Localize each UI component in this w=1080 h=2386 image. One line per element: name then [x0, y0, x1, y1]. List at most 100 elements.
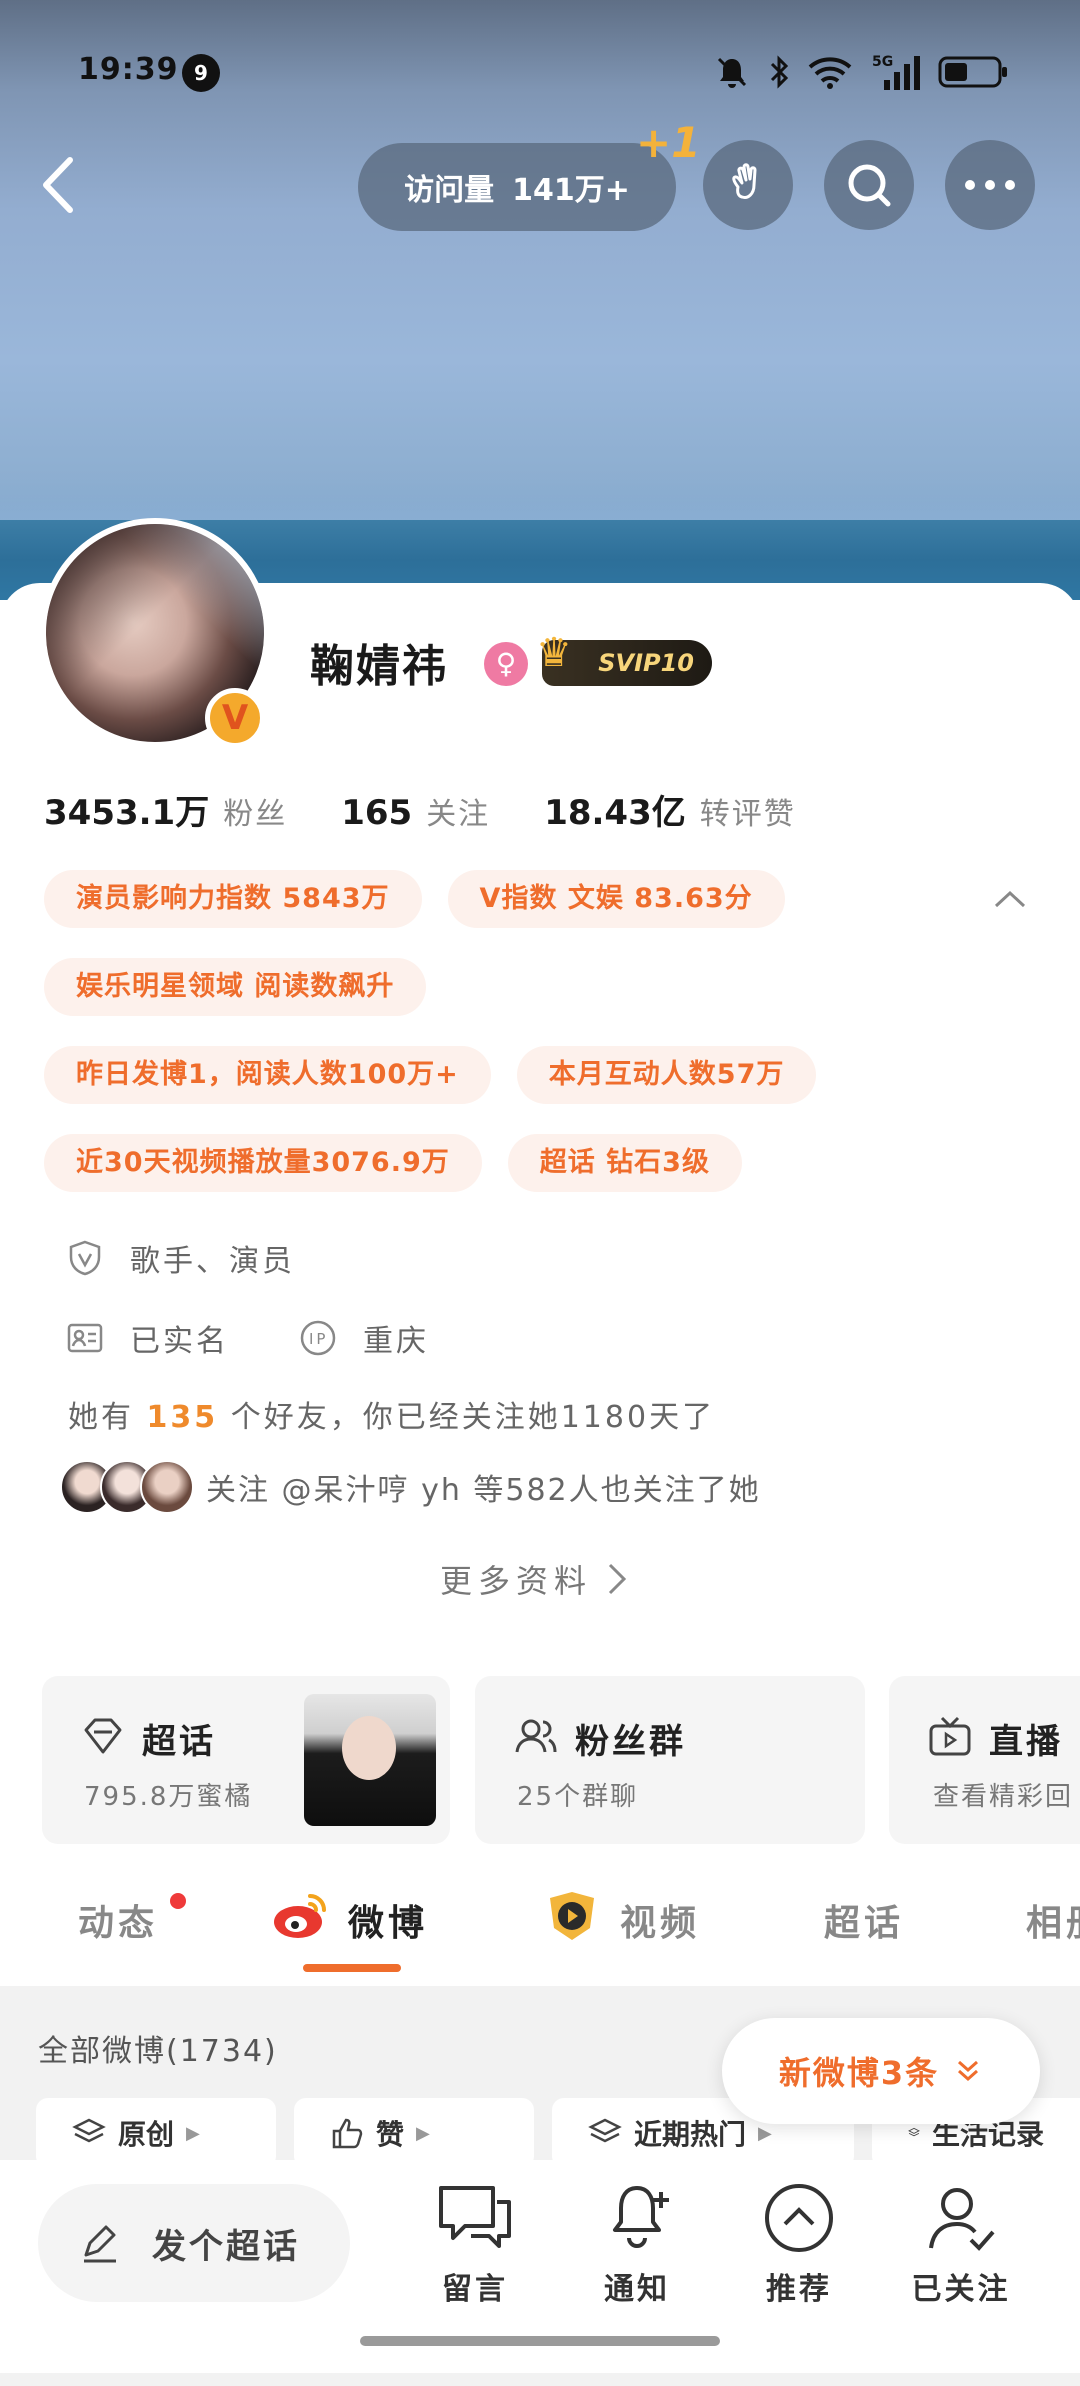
collapse-tags-button[interactable] [990, 880, 1030, 920]
super-topic-thumbnail [304, 1694, 436, 1826]
double-chevron-down-icon [958, 2060, 979, 2082]
more-info-label: 更多资料 [440, 1562, 593, 1600]
fan-group-title: 粉丝群 [575, 1722, 686, 1762]
super-topic-sub: 795.8万蜜橘 [84, 1782, 253, 1812]
tag-super-topic-level[interactable]: 超话 钻石3级 [507, 1134, 742, 1192]
more-icon [965, 180, 1015, 190]
live-title: 直播 [989, 1722, 1063, 1762]
visit-count-pill[interactable]: 访问量 141万+ [358, 143, 676, 231]
mutual-followers-text: 关注 @呆汁哼 yh 等582人也关注了她 [206, 1473, 761, 1508]
signal-icon: 5G [872, 54, 920, 90]
filter-hot-label: 近期热门 [634, 2118, 747, 2151]
search-button[interactable] [824, 140, 914, 230]
super-topic-card[interactable]: 超话 795.8万蜜橘 [42, 1676, 450, 1844]
gender-female-icon: ♀ [484, 642, 528, 686]
back-button[interactable] [30, 150, 90, 220]
message-icon [439, 2186, 511, 2248]
tab-album[interactable]: 相册 [1026, 1894, 1080, 1946]
crown-icon: ♛ [536, 630, 572, 676]
tab-super-topic[interactable]: 超话 [824, 1894, 904, 1946]
group-icon [515, 1719, 557, 1753]
tv-icon [929, 1716, 971, 1756]
tab-weibo[interactable]: 微博 [348, 1894, 428, 1946]
tab-dynamic[interactable]: 动态 [78, 1894, 158, 1946]
super-topic-title: 超话 [142, 1722, 216, 1762]
status-time: 19:39 [78, 52, 179, 87]
following-label[interactable]: 关注 [426, 789, 490, 833]
friends-prefix: 她有 [68, 1400, 134, 1435]
new-posts-label: 新微博3条 [778, 2054, 940, 2092]
nav-notify[interactable]: 通知 [582, 2182, 692, 2308]
filter-liked-label: 赞 [376, 2118, 405, 2151]
bell-plus-icon [613, 2186, 669, 2248]
bluetooth-icon [770, 55, 789, 89]
friends-suffix: 个好友，你已经关注她1180天了 [230, 1400, 716, 1435]
nav-message[interactable]: 留言 [420, 2182, 530, 2308]
weibo-count-label: 全部微博(1734) [38, 2034, 278, 2069]
more-info-link[interactable]: 更多资料 [440, 1556, 628, 1602]
status-bar: 19:39 9 5G [0, 0, 1080, 110]
visit-label: 访问量 [404, 173, 495, 208]
interactions-count: 18.43亿 [544, 793, 686, 833]
verified-badge: V [205, 688, 265, 748]
mutual-avatars [60, 1460, 194, 1514]
visit-value: 141万+ [512, 173, 630, 208]
thumbs-up-icon [332, 2118, 363, 2149]
svg-text:IP: IP [309, 1330, 328, 1348]
fans-label[interactable]: 粉丝 [223, 789, 287, 833]
following-count[interactable]: 165 [341, 793, 412, 833]
video-logo-icon [542, 1888, 602, 1944]
tag-influence[interactable]: 演员影响力指数 5843万 [44, 870, 422, 928]
nav-recommend[interactable]: 推荐 [744, 2182, 854, 2308]
wave-button[interactable] [703, 140, 793, 230]
nav-notify-label: 通知 [604, 2272, 670, 2307]
friends-count[interactable]: 135 [147, 1400, 219, 1435]
tab-video[interactable]: 视频 [620, 1894, 700, 1946]
live-sub: 查看精彩回 [933, 1782, 1074, 1812]
fans-count[interactable]: 3453.1万 [44, 785, 209, 834]
nav-followed-label: 已关注 [911, 2272, 1011, 2307]
wifi-icon [808, 57, 852, 89]
tag-reading-rise[interactable]: 娱乐明星领域 阅读数飙升 [44, 958, 427, 1016]
fan-group-card[interactable]: 粉丝群 25个群聊 [475, 1676, 865, 1844]
svip-badge[interactable]: ♛ SVIP10 [536, 630, 712, 686]
pen-icon [84, 2225, 116, 2263]
live-card[interactable]: 直播 查看精彩回 [889, 1676, 1080, 1844]
network-type: 5G [872, 54, 893, 70]
tag-row: 昨日发博1，阅读人数100万+ 本月互动人数57万 [44, 1046, 1004, 1104]
tag-yesterday-post[interactable]: 昨日发博1，阅读人数100万+ [44, 1046, 491, 1104]
mutual-followers-line[interactable]: 关注 @呆汁哼 yh 等582人也关注了她 [60, 1460, 761, 1514]
home-indicator[interactable] [360, 2336, 720, 2346]
diamond-icon [84, 1718, 122, 1754]
friends-line[interactable]: 她有 135 个好友，你已经关注她1180天了 [68, 1392, 715, 1436]
tag-video-plays[interactable]: 近30天视频播放量3076.9万 [44, 1134, 482, 1192]
ip-location-text: 重庆 [363, 1324, 429, 1359]
caret-right-icon: ▶ [416, 2122, 430, 2144]
chevron-right-icon [608, 1563, 627, 1595]
notification-count-badge: 9 [182, 54, 220, 92]
post-super-topic-button[interactable]: 发个超话 [38, 2184, 350, 2302]
filter-liked[interactable]: 赞 ▶ [294, 2098, 534, 2168]
filter-original-label: 原创 [118, 2118, 175, 2151]
profile-name: 鞠婧祎 [310, 641, 448, 692]
occupation-line: 歌手、演员 [66, 1236, 295, 1280]
back-icon [43, 157, 73, 213]
tag-row: 娱乐明星领域 阅读数飙升 [44, 958, 1004, 1016]
weibo-logo-icon [270, 1886, 330, 1946]
new-posts-button[interactable]: 新微博3条 [722, 2018, 1040, 2124]
content-tabs: 动态 微博 视频 超话 相册 [0, 1864, 1080, 1984]
post-placeholder: 发个超话 [152, 2226, 300, 2267]
caret-right-icon: ▶ [758, 2122, 772, 2144]
more-button[interactable] [945, 140, 1035, 230]
filter-original[interactable]: 原创 ▶ [36, 2098, 276, 2168]
recommend-icon [765, 2184, 833, 2252]
nav-message-label: 留言 [442, 2272, 508, 2307]
followed-user-icon [929, 2188, 995, 2251]
tag-monthly-interaction[interactable]: 本月互动人数57万 [516, 1046, 817, 1104]
chevron-up-icon [994, 890, 1026, 908]
real-name-text: 已实名 [130, 1324, 229, 1359]
nav-followed[interactable]: 已关注 [906, 2182, 1016, 2308]
interactions-label: 转评赞 [699, 797, 796, 832]
nav-recommend-label: 推荐 [766, 2272, 832, 2307]
tag-v-index[interactable]: V指数 文娱 83.63分 [447, 870, 785, 928]
